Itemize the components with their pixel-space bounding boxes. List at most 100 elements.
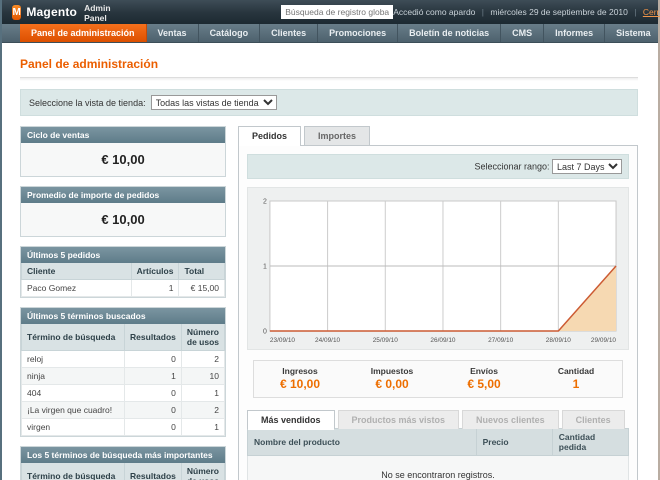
nav-item-catalogo[interactable]: Catálogo	[199, 24, 261, 42]
average-orders-title: Promedio de importe de pedidos	[21, 187, 225, 203]
bottom-tabs: Más vendidosProductos más vistosNuevos c…	[247, 410, 629, 429]
totals-row: Ingresos€ 10,00Impuestos€ 0,00Envíos€ 5,…	[253, 360, 623, 398]
table-cell: 0	[125, 351, 182, 368]
logged-in-as: Accedió como apardo	[393, 7, 475, 17]
range-select[interactable]: Last 7 Days	[552, 159, 622, 174]
svg-text:2: 2	[263, 198, 267, 205]
total-ingresos: Ingresos€ 10,00	[254, 366, 346, 391]
global-search-input[interactable]	[281, 5, 393, 19]
table-cell: 2	[181, 402, 224, 419]
logo-title: Magento	[26, 5, 77, 19]
column-header-numero-de-usos: Número de usos	[181, 463, 224, 480]
column-header-cliente: Cliente	[22, 263, 132, 280]
average-orders-box: Promedio de importe de pedidos € 10,00	[20, 186, 226, 237]
chart-tabs: PedidosImportes	[238, 126, 638, 145]
nav-item-cms[interactable]: CMS	[501, 24, 544, 42]
svg-text:1: 1	[263, 263, 267, 270]
total-label: Impuestos	[346, 366, 438, 376]
table-cell: virgen	[22, 419, 125, 436]
logout-link[interactable]: Cerrar Sesión	[643, 7, 660, 17]
svg-text:0: 0	[263, 328, 267, 335]
tab-pedidos[interactable]: Pedidos	[238, 126, 301, 145]
nav-item-promociones[interactable]: Promociones	[318, 24, 398, 42]
store-view-bar: Seleccione la vista de tienda: Todas las…	[20, 89, 638, 116]
total-cantidad: Cantidad1	[530, 366, 622, 391]
svg-text:28/09/10: 28/09/10	[546, 337, 572, 344]
tab-importes[interactable]: Importes	[304, 126, 370, 145]
magento-logo-icon: M	[12, 5, 21, 20]
title-divider	[20, 77, 638, 81]
lifetime-sales-box: Ciclo de ventas € 10,00	[20, 126, 226, 177]
table-cell: € 15,00	[179, 280, 225, 297]
tab-productos-mas-vistos: Productos más vistos	[338, 410, 460, 429]
table-row: Paco Gomez1€ 15,00	[22, 280, 225, 297]
orders-area-chart: 01223/09/1024/09/1025/09/1026/09/1027/09…	[252, 195, 622, 345]
total-impuestos: Impuestos€ 0,00	[346, 366, 438, 391]
orders-chart: 01223/09/1024/09/1025/09/1026/09/1027/09…	[247, 187, 629, 350]
dashboard-left-column: Ciclo de ventas € 10,00 Promedio de impo…	[20, 126, 226, 480]
nav-item-ventas[interactable]: Ventas	[147, 24, 199, 42]
column-header-resultados: Resultados	[125, 324, 182, 351]
column-header-resultados: Resultados	[125, 463, 182, 480]
total-label: Ingresos	[254, 366, 346, 376]
page-title: Panel de administración	[20, 57, 638, 71]
total-value: € 0,00	[346, 377, 438, 391]
table-cell: 0	[125, 419, 182, 436]
last-search-terms-box: Últimos 5 términos buscados Término de b…	[20, 307, 226, 437]
table-cell: 1	[181, 385, 224, 402]
last-search-terms-table: Término de búsquedaResultadosNúmero de u…	[21, 324, 225, 436]
store-view-label: Seleccione la vista de tienda:	[29, 98, 146, 108]
top-search-terms-box: Los 5 términos de búsqueda más important…	[20, 446, 226, 480]
table-cell: 0	[125, 402, 182, 419]
chart-panel: Seleccionar rango: Last 7 Days 01223/09/…	[238, 145, 638, 480]
table-row: ¡La virgen que cuadro!02	[22, 402, 225, 419]
column-header-articulos: Artículos	[131, 263, 179, 280]
nav-item-informes[interactable]: Informes	[544, 24, 605, 42]
nav-item-boletin-de-noticias[interactable]: Boletín de noticias	[398, 24, 501, 42]
column-header-nombre-del-producto: Nombre del producto	[248, 429, 477, 456]
content-area: Panel de administración Seleccione la vi…	[2, 43, 658, 480]
svg-text:24/09/10: 24/09/10	[315, 337, 341, 344]
last-orders-box: Últimos 5 pedidos ClienteArtículosTotalP…	[20, 246, 226, 298]
nav-item-clientes[interactable]: Clientes	[260, 24, 318, 42]
table-cell: ninja	[22, 368, 125, 385]
table-row: 40401	[22, 385, 225, 402]
bottom-grid-area: Más vendidosProductos más vistosNuevos c…	[247, 410, 629, 480]
table-cell: 1	[125, 368, 182, 385]
total-value: € 5,00	[438, 377, 530, 391]
table-cell: reloj	[22, 351, 125, 368]
top-header: M Magento Admin Panel Accedió como apard…	[2, 0, 658, 24]
table-row: ninja110	[22, 368, 225, 385]
average-orders-value: € 10,00	[21, 203, 225, 236]
last-orders-table: ClienteArtículosTotalPaco Gomez1€ 15,00	[21, 263, 225, 297]
empty-grid-message: No se encontraron registros.	[248, 456, 629, 480]
header-user-info: Accedió como apardo | miércoles 29 de se…	[393, 7, 660, 17]
column-header-termino-de-busqueda: Término de búsqueda	[22, 324, 125, 351]
nav-item-panel-de-administracion[interactable]: Panel de administración	[20, 24, 147, 42]
column-header-cantidad-pedida: Cantidad pedida	[552, 429, 628, 456]
table-cell: ¡La virgen que cuadro!	[22, 402, 125, 419]
svg-text:25/09/10: 25/09/10	[373, 337, 399, 344]
store-view-select[interactable]: Todas las vistas de tienda	[151, 95, 277, 110]
range-bar: Seleccionar rango: Last 7 Days	[247, 154, 629, 179]
range-label: Seleccionar rango:	[474, 162, 549, 172]
table-row: reloj02	[22, 351, 225, 368]
dashboard-right-column: PedidosImportes Seleccionar rango: Last …	[238, 126, 638, 480]
total-label: Cantidad	[530, 366, 622, 376]
last-search-terms-title: Últimos 5 términos buscados	[21, 308, 225, 324]
svg-text:27/09/10: 27/09/10	[488, 337, 514, 344]
last-orders-title: Últimos 5 pedidos	[21, 247, 225, 263]
column-header-numero-de-usos: Número de usos	[181, 324, 224, 351]
magento-logo: M Magento Admin Panel	[12, 2, 116, 22]
svg-text:29/09/10: 29/09/10	[591, 337, 617, 344]
column-header-total: Total	[179, 263, 225, 280]
magento-admin-window: M Magento Admin Panel Accedió como apard…	[0, 0, 660, 480]
nav-item-sistema[interactable]: Sistema	[605, 24, 660, 42]
table-cell: 1	[181, 419, 224, 436]
tab-mas-vendidos[interactable]: Más vendidos	[247, 410, 335, 429]
svg-text:26/09/10: 26/09/10	[430, 337, 456, 344]
total-label: Envíos	[438, 366, 530, 376]
total-value: 1	[530, 377, 622, 391]
table-cell: 404	[22, 385, 125, 402]
top-search-terms-table: Término de búsquedaResultadosNúmero de u…	[21, 463, 225, 480]
